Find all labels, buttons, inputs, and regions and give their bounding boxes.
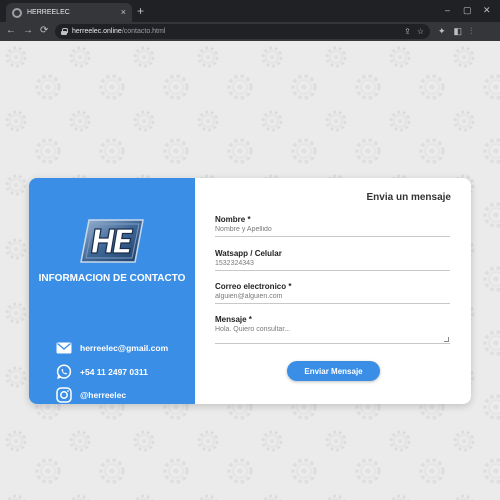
tab-title: HERREELEC [27,9,70,16]
lock-icon[interactable] [61,28,68,35]
close-tab-icon[interactable]: × [121,8,126,17]
send-message-button[interactable]: Enviar Mensaje [287,361,380,381]
phone-input[interactable] [215,258,450,271]
instagram-icon [56,387,72,403]
whatsapp-icon [56,364,72,379]
name-label: Nombre * [215,215,251,224]
bookmark-star-icon[interactable]: ☆ [417,26,424,37]
contact-phone-text[interactable]: +54 11 2497 0311 [80,367,148,377]
resize-handle-icon[interactable] [444,337,449,342]
phone-field: Watsapp / Celular [215,249,450,271]
url-text[interactable]: herreelec.online/contacto.html [72,28,165,35]
envelope-icon [56,342,72,354]
contact-phone[interactable]: +54 11 2497 0311 [56,364,148,380]
close-window-icon[interactable]: ✕ [483,4,491,16]
contact-instagram[interactable]: @herreelec [56,387,126,403]
email-input[interactable] [215,291,450,304]
form-title: Envia un mensaje [366,192,451,203]
contact-info-title: INFORMACION DE CONTACTO [38,273,186,284]
back-button[interactable]: ← [6,25,16,37]
contact-email-text[interactable]: herreelec@gmail.com [80,343,168,353]
menu-icon[interactable]: ⫶ [470,25,472,37]
name-input[interactable] [215,224,450,237]
contact-instagram-text[interactable]: @herreelec [80,390,126,400]
side-panel-icon[interactable]: ◧ [454,25,463,37]
browser-tab-bar: HERREELEC × + – ▢ ✕ [0,0,500,22]
email-label: Correo electronico * [215,282,292,291]
contact-info-panel: INFORMACION DE CONTACTO herreelec@gmail.… [29,178,195,404]
address-bar[interactable]: herreelec.online/contacto.html ⇪ ☆ [55,24,430,39]
message-label: Mensaje * [215,315,252,324]
contact-card: INFORMACION DE CONTACTO herreelec@gmail.… [29,178,471,404]
new-tab-button[interactable]: + [137,5,144,17]
globe-icon [12,7,22,18]
browser-tab[interactable]: HERREELEC × [6,3,132,22]
contact-email[interactable]: herreelec@gmail.com [56,342,168,354]
maximize-icon[interactable]: ▢ [463,4,472,16]
browser-toolbar: ← → ⟳ herreelec.online/contacto.html ⇪ ☆… [0,22,500,41]
message-field: Mensaje * [215,315,450,344]
page-content: INFORMACION DE CONTACTO herreelec@gmail.… [0,41,500,500]
phone-label: Watsapp / Celular [215,249,282,258]
message-textarea[interactable] [215,324,450,344]
email-field: Correo electronico * [215,282,450,304]
forward-button[interactable]: → [23,25,33,37]
reload-button[interactable]: ⟳ [40,25,48,37]
share-icon[interactable]: ⇪ [404,26,411,37]
minimize-icon[interactable]: – [445,4,450,16]
name-field: Nombre * [215,215,450,237]
message-form: Envia un mensaje Nombre * Watsapp / Celu… [195,178,471,404]
herreelec-logo [80,219,144,263]
extensions-icon[interactable]: ✦ [438,25,446,37]
